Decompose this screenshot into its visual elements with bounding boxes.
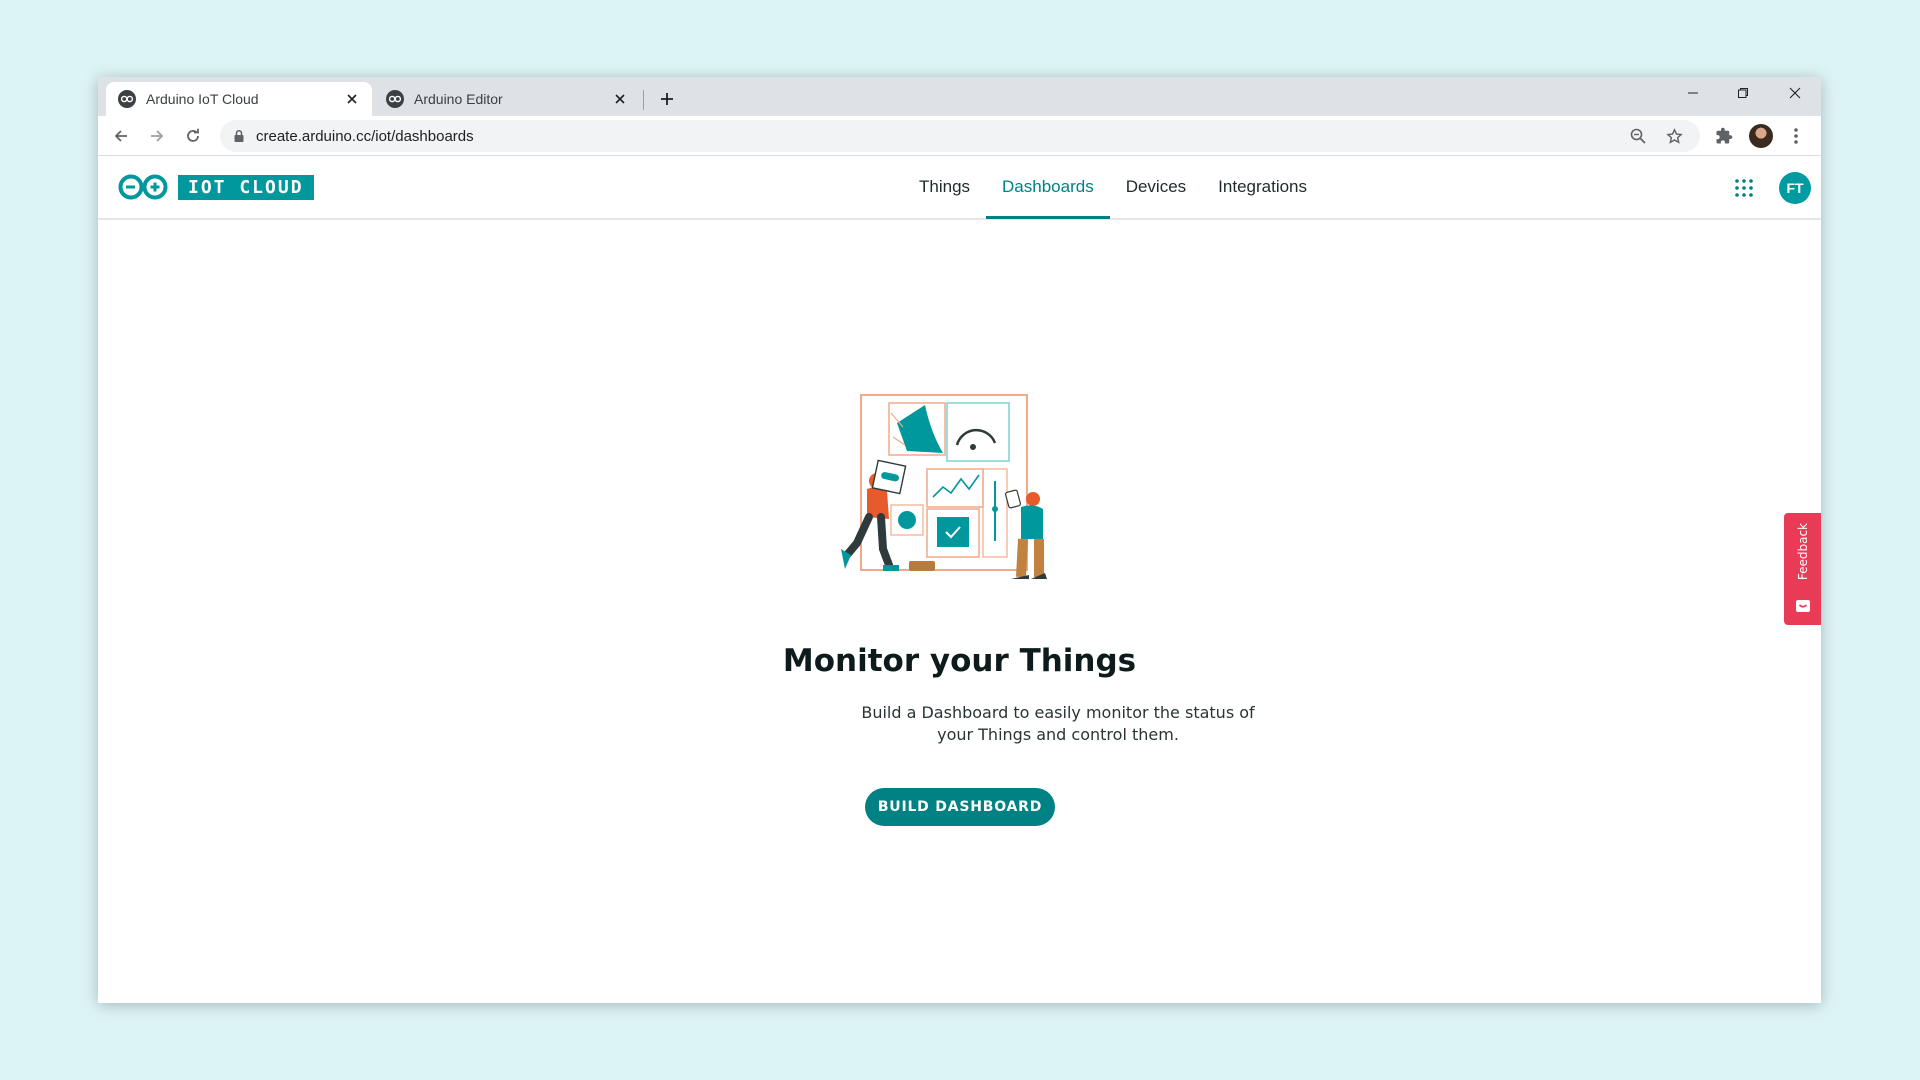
forward-arrow-icon[interactable] bbox=[143, 122, 171, 150]
build-dashboard-button[interactable]: BUILD DASHBOARD bbox=[865, 788, 1055, 826]
main-nav: Things Dashboards Devices Integrations bbox=[903, 156, 1323, 219]
extensions-icon[interactable] bbox=[1710, 122, 1738, 150]
nav-integrations[interactable]: Integrations bbox=[1202, 156, 1323, 218]
close-icon[interactable] bbox=[344, 91, 360, 107]
arduino-favicon bbox=[386, 90, 404, 108]
restore-icon[interactable] bbox=[1720, 77, 1766, 109]
nav-things[interactable]: Things bbox=[903, 156, 986, 218]
kebab-menu-icon[interactable] bbox=[1782, 122, 1810, 150]
minimize-icon[interactable] bbox=[1670, 77, 1716, 109]
reload-icon[interactable] bbox=[179, 122, 207, 150]
logo-text: IOT CLOUD bbox=[178, 174, 314, 200]
url-text: create.arduino.cc/iot/dashboards bbox=[256, 127, 474, 145]
nav-devices[interactable]: Devices bbox=[1110, 156, 1202, 218]
star-icon[interactable] bbox=[1660, 122, 1688, 150]
tab-title: Arduino IoT Cloud bbox=[146, 91, 259, 107]
arduino-infinity-icon bbox=[118, 174, 168, 200]
arduino-logo[interactable]: IOT CLOUD bbox=[117, 174, 314, 200]
lock-icon bbox=[234, 129, 244, 142]
apps-grid-icon[interactable] bbox=[1732, 176, 1756, 200]
back-arrow-icon[interactable] bbox=[107, 122, 135, 150]
app-header: IOT CLOUD Things Dashboards Devices Inte… bbox=[98, 156, 1821, 220]
plus-icon[interactable] bbox=[653, 85, 681, 113]
dashboard-illustration bbox=[841, 394, 1047, 579]
feedback-label: Feedback bbox=[1795, 523, 1810, 581]
page-description: Build a Dashboard to easily monitor the … bbox=[748, 702, 1368, 746]
tab-strip: Arduino IoT Cloud Arduino Editor bbox=[98, 77, 1821, 116]
address-bar[interactable]: create.arduino.cc/iot/dashboards bbox=[220, 120, 1700, 152]
profile-avatar[interactable] bbox=[1749, 124, 1773, 148]
zoom-icon[interactable] bbox=[1624, 122, 1652, 150]
tab-arduino-iot-cloud[interactable]: Arduino IoT Cloud bbox=[106, 82, 372, 116]
close-icon[interactable] bbox=[612, 91, 628, 107]
tab-arduino-editor[interactable]: Arduino Editor bbox=[374, 82, 640, 116]
page-title: Monitor your Things bbox=[782, 643, 1137, 679]
nav-dashboards[interactable]: Dashboards bbox=[986, 156, 1110, 219]
tab-title: Arduino Editor bbox=[414, 91, 503, 107]
description-line-1: Build a Dashboard to easily monitor the … bbox=[861, 703, 1255, 722]
browser-toolbar: create.arduino.cc/iot/dashboards bbox=[98, 116, 1821, 156]
tab-separator bbox=[643, 90, 644, 110]
feedback-tab[interactable]: Feedback bbox=[1784, 513, 1821, 625]
browser-window: Arduino IoT Cloud Arduino Editor create.… bbox=[98, 77, 1821, 1003]
user-avatar[interactable]: FT bbox=[1779, 172, 1811, 204]
arduino-favicon bbox=[118, 90, 136, 108]
description-line-2: your Things and control them. bbox=[937, 725, 1179, 744]
close-window-icon[interactable] bbox=[1772, 77, 1818, 109]
feedback-icon bbox=[1795, 600, 1810, 612]
